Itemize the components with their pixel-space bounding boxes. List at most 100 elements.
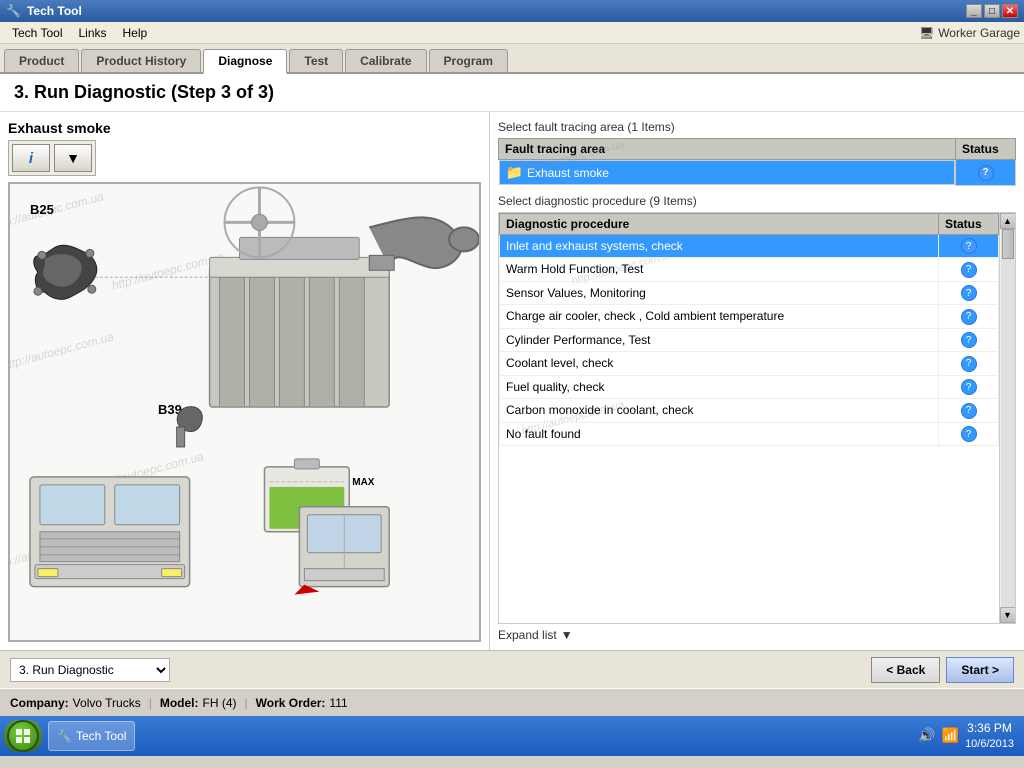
diag-row-0[interactable]: Inlet and exhaust systems, check ?: [500, 234, 999, 258]
diag-status-icon-5: ?: [961, 356, 977, 372]
step-select[interactable]: 3. Run Diagnostic: [10, 658, 170, 682]
menu-tech-tool[interactable]: Tech Tool: [4, 24, 70, 42]
diag-row-5[interactable]: Coolant level, check ?: [500, 352, 999, 376]
menu-links[interactable]: Links: [70, 24, 114, 42]
expand-list-button[interactable]: Expand list ▼: [498, 628, 1016, 642]
diag-row-1[interactable]: Warm Hold Function, Test ?: [500, 258, 999, 282]
statusbar-separator1: |: [149, 696, 152, 710]
windows-logo-icon: [15, 728, 31, 744]
back-button[interactable]: < Back: [871, 657, 940, 683]
app-title: Tech Tool: [27, 4, 82, 18]
taskbar-right: 🔊 📶 3:36 PM 10/6/2013: [918, 721, 1020, 751]
titlebar-controls: _ □ ✕: [966, 4, 1018, 18]
diag-status-icon-8: ?: [961, 426, 977, 442]
maximize-button[interactable]: □: [984, 4, 1000, 18]
worker-info: 🖥 Worker Garage: [919, 26, 1020, 40]
folder-icon: 📁: [506, 164, 523, 181]
filter-button[interactable]: ▼: [54, 144, 92, 172]
taskbar-app-label: Tech Tool: [76, 729, 126, 743]
taskbar-app-icon: 🔧: [57, 729, 72, 743]
diag-status-6: ?: [939, 375, 999, 399]
time-display: 3:36 PM: [965, 721, 1014, 737]
diag-status-0: ?: [939, 234, 999, 258]
menubar: Tech Tool Links Help 🖥 Worker Garage: [0, 22, 1024, 44]
tab-product[interactable]: Product: [4, 49, 79, 72]
right-panel: http://autoepc.com.ua http://autoepc.com…: [490, 112, 1024, 650]
tab-program[interactable]: Program: [429, 49, 508, 72]
diag-cell-8: No fault found: [500, 422, 939, 446]
navigation-buttons: < Back Start >: [871, 657, 1014, 683]
statusbar-separator2: |: [245, 696, 248, 710]
tab-test[interactable]: Test: [289, 49, 343, 72]
diag-cell-1: Warm Hold Function, Test: [500, 258, 939, 282]
close-button[interactable]: ✕: [1002, 4, 1018, 18]
tabbar: Product Product History Diagnose Test Ca…: [0, 44, 1024, 74]
scroll-down-arrow[interactable]: ▼: [1000, 607, 1016, 623]
fault-tracing-section: Select fault tracing area (1 Items) Faul…: [498, 120, 1016, 186]
engine-diagram-svg: MAX MIN: [10, 184, 479, 640]
page-header: 3. Run Diagnostic (Step 3 of 3): [0, 74, 1024, 112]
left-panel: Exhaust smoke i ▼ http://autoepc.com.ua …: [0, 112, 490, 650]
expand-list-label: Expand list: [498, 628, 557, 642]
fault-tracing-table: Fault tracing area Status 📁 Exhaust smok…: [498, 138, 1016, 186]
bottom-bar: 3. Run Diagnostic < Back Start >: [0, 650, 1024, 688]
fault-cell-area: 📁 Exhaust smoke: [499, 160, 956, 185]
diag-status-icon-6: ?: [961, 379, 977, 395]
diag-status-8: ?: [939, 422, 999, 446]
speaker-icon: 🔊: [918, 727, 935, 744]
model-label: Model:: [160, 696, 199, 710]
diag-status-icon-4: ?: [961, 332, 977, 348]
statusbar: Company: Volvo Trucks | Model: FH (4) | …: [0, 688, 1024, 716]
expand-chevron-icon: ▼: [561, 628, 573, 642]
start-button[interactable]: Start >: [946, 657, 1014, 683]
diag-status-2: ?: [939, 281, 999, 305]
company-value: Volvo Trucks: [73, 696, 141, 710]
diag-cell-3: Charge air cooler, check , Cold ambient …: [500, 305, 939, 329]
scroll-thumb[interactable]: [1002, 229, 1014, 259]
diagnostic-section: Select diagnostic procedure (9 Items) Di…: [498, 194, 1016, 643]
diag-row-7[interactable]: Carbon monoxide in coolant, check ?: [500, 399, 999, 423]
diagram-toolbar: i ▼: [8, 140, 96, 176]
minimize-button[interactable]: _: [966, 4, 982, 18]
diag-status-4: ?: [939, 328, 999, 352]
start-button-taskbar[interactable]: [4, 720, 42, 752]
diag-status-icon-1: ?: [961, 262, 977, 278]
tab-diagnose[interactable]: Diagnose: [203, 49, 287, 74]
diag-cell-4: Cylinder Performance, Test: [500, 328, 939, 352]
main-content: 3. Run Diagnostic (Step 3 of 3) Exhaust …: [0, 74, 1024, 650]
diag-row-6[interactable]: Fuel quality, check ?: [500, 375, 999, 399]
page-title: 3. Run Diagnostic (Step 3 of 3): [14, 82, 1010, 103]
scrollbar[interactable]: ▲ ▼: [999, 213, 1015, 624]
work-order-value: 111: [329, 696, 347, 710]
tab-product-history[interactable]: Product History: [81, 49, 201, 72]
fault-col-area: Fault tracing area: [499, 139, 956, 160]
diag-row-8[interactable]: No fault found ?: [500, 422, 999, 446]
diag-cell-2: Sensor Values, Monitoring: [500, 281, 939, 305]
diag-status-1: ?: [939, 258, 999, 282]
diag-row-3[interactable]: Charge air cooler, check , Cold ambient …: [500, 305, 999, 329]
menu-help[interactable]: Help: [115, 24, 156, 42]
scroll-up-arrow[interactable]: ▲: [1000, 213, 1016, 229]
diag-table-container[interactable]: Diagnostic procedure Status Inlet and ex…: [498, 212, 1016, 625]
step-selector: 3. Run Diagnostic: [10, 658, 170, 682]
diag-status-icon-3: ?: [961, 309, 977, 325]
fault-section-title: Select fault tracing area (1 Items): [498, 120, 1016, 134]
worker-label: Worker Garage: [938, 26, 1020, 40]
diag-status-5: ?: [939, 352, 999, 376]
diagram-title: Exhaust smoke: [8, 120, 481, 136]
diag-row-4[interactable]: Cylinder Performance, Test ?: [500, 328, 999, 352]
info-button[interactable]: i: [12, 144, 50, 172]
diag-cell-0: Inlet and exhaust systems, check: [500, 234, 939, 258]
work-order-label: Work Order:: [256, 696, 326, 710]
status-icon-0: ?: [978, 165, 994, 181]
diag-status-7: ?: [939, 399, 999, 423]
diag-col-status: Status: [939, 213, 999, 234]
diag-row-2[interactable]: Sensor Values, Monitoring ?: [500, 281, 999, 305]
diag-cell-7: Carbon monoxide in coolant, check: [500, 399, 939, 423]
windows-orb: [7, 720, 39, 752]
diag-section-title: Select diagnostic procedure (9 Items): [498, 194, 1016, 208]
date-display: 10/6/2013: [965, 737, 1014, 751]
taskbar-app-techtool[interactable]: 🔧 Tech Tool: [48, 721, 135, 751]
fault-row-0[interactable]: 📁 Exhaust smoke ?: [499, 160, 1016, 186]
tab-calibrate[interactable]: Calibrate: [345, 49, 426, 72]
